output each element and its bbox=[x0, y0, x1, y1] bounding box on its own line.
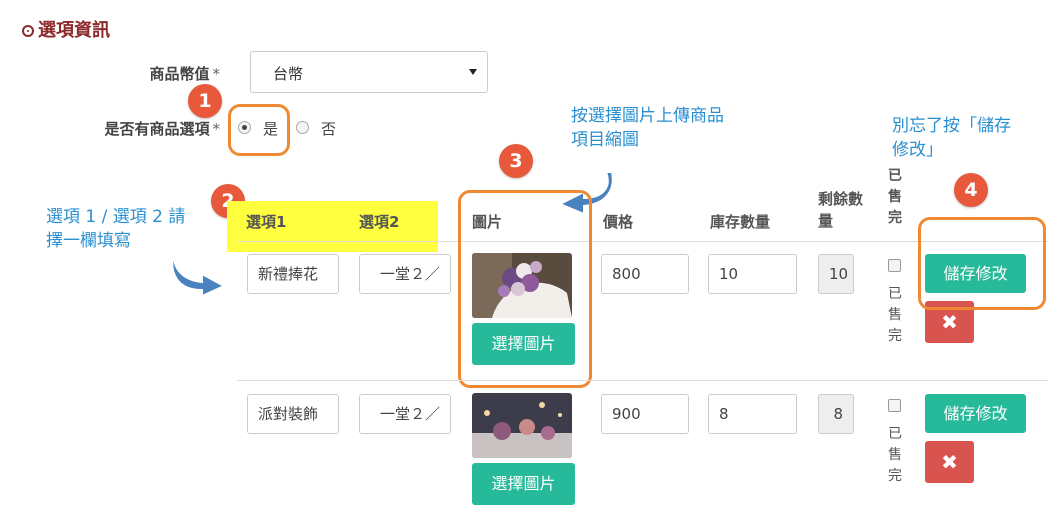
has-options-label: 是否有商品選項 * bbox=[60, 118, 220, 139]
option1-input[interactable]: 派對裝飾 bbox=[247, 394, 339, 434]
step-badge-4: 4 bbox=[954, 173, 988, 207]
remaining-field: 8 bbox=[818, 394, 854, 434]
option1-input[interactable]: 新禮捧花 bbox=[247, 254, 339, 294]
currency-select-value: 台幣 bbox=[273, 65, 304, 83]
required-mark: * bbox=[212, 120, 221, 138]
highlight-box-3 bbox=[458, 190, 592, 388]
has-options-label-text: 是否有商品選項 bbox=[104, 120, 210, 138]
choose-image-button[interactable]: 選擇圖片 bbox=[472, 463, 575, 505]
currency-label: 商品幣值 * bbox=[100, 63, 220, 84]
section-title: 選項資訊 bbox=[22, 16, 110, 42]
radio-no-label: 否 bbox=[321, 120, 337, 138]
price-input[interactable]: 900 bbox=[601, 394, 689, 434]
currency-select[interactable]: 台幣 bbox=[250, 51, 488, 93]
sold-out-checkbox[interactable] bbox=[888, 399, 901, 412]
radio-yes[interactable] bbox=[238, 121, 251, 134]
delete-button[interactable]: ✖ bbox=[925, 441, 974, 483]
option2-input[interactable]: 一堂２／ bbox=[359, 254, 451, 294]
close-icon: ✖ bbox=[941, 450, 958, 474]
stock-input[interactable]: 8 bbox=[708, 394, 797, 434]
product-thumbnail-party bbox=[472, 393, 572, 458]
header-remaining: 剩餘數量 bbox=[818, 190, 864, 230]
remaining-field: 10 bbox=[818, 254, 854, 294]
step-badge-3: 3 bbox=[499, 144, 533, 178]
header-option1: 選項1 bbox=[246, 213, 287, 231]
sold-out-checkbox[interactable] bbox=[888, 259, 901, 272]
sold-out-label: 已售完 bbox=[888, 286, 902, 344]
note-choose-image: 按選擇圖片上傳商品 項目縮圖 bbox=[571, 106, 724, 150]
sold-out-label: 已售完 bbox=[888, 426, 902, 484]
highlight-box-1 bbox=[228, 104, 290, 156]
header-option2: 選項2 bbox=[359, 213, 400, 231]
note-option-fields: 選項 1 / 選項 2 請 擇一欄填寫 bbox=[46, 207, 186, 251]
section-title-text: 選項資訊 bbox=[38, 20, 110, 41]
row-divider bbox=[237, 380, 1048, 381]
step-badge-1: 1 bbox=[188, 84, 222, 118]
header-sold-out: 已售完 bbox=[888, 168, 902, 226]
price-input[interactable]: 800 bbox=[601, 254, 689, 294]
arrow-right-icon bbox=[171, 249, 227, 296]
header-price: 價格 bbox=[603, 213, 634, 231]
currency-label-text: 商品幣值 bbox=[149, 65, 210, 83]
option2-input[interactable]: 一堂２／ bbox=[359, 394, 451, 434]
header-stock: 庫存數量 bbox=[710, 213, 771, 231]
required-mark: * bbox=[212, 65, 221, 83]
caret-down-icon bbox=[469, 69, 477, 75]
note-save-changes: 別忘了按「儲存 修改」 bbox=[892, 116, 1011, 160]
highlight-box-4 bbox=[918, 217, 1046, 310]
stock-input[interactable]: 10 bbox=[708, 254, 797, 294]
radio-yes-label: 是 bbox=[263, 120, 279, 138]
circle-dot-icon bbox=[22, 25, 34, 37]
save-changes-button[interactable]: 儲存修改 bbox=[925, 394, 1026, 433]
radio-no[interactable] bbox=[296, 121, 309, 134]
close-icon: ✖ bbox=[941, 310, 958, 334]
